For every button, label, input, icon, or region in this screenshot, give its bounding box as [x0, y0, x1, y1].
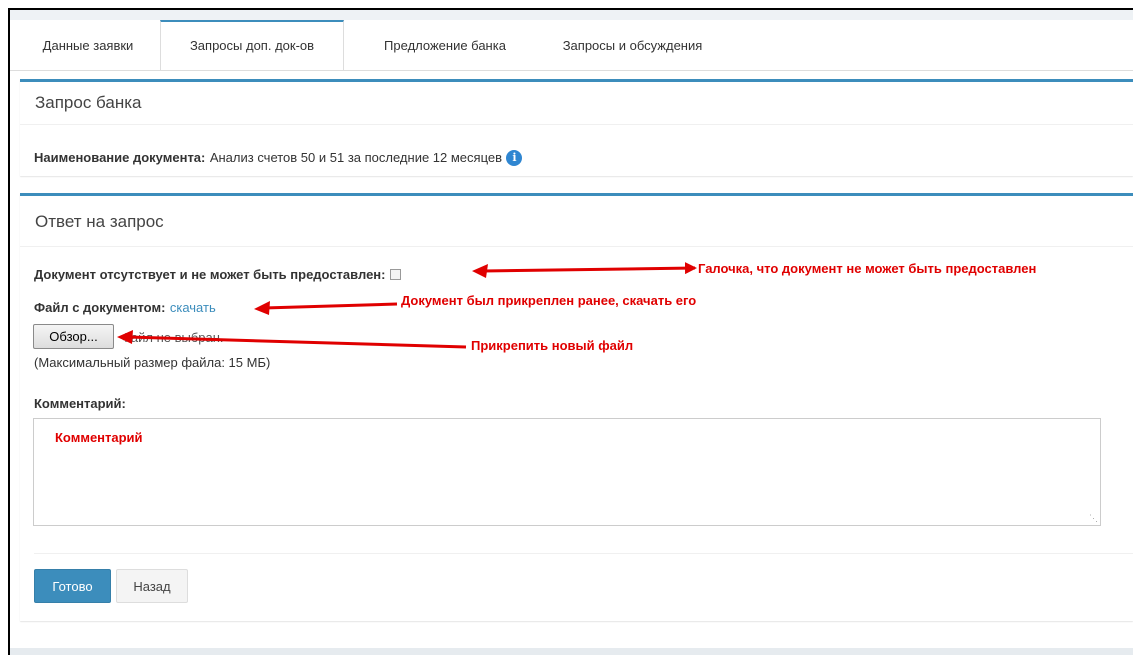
document-name-row: Наименование документа: Анализ счетов 50…: [34, 149, 523, 167]
tab-requests-discussions[interactable]: Запросы и обсуждения: [540, 20, 725, 70]
bottom-bar: [10, 648, 1133, 655]
response-title: Ответ на запрос: [20, 196, 1133, 247]
tab-bar: Данные заявки Запросы доп. док-ов Предло…: [10, 20, 1133, 71]
document-name-value: Анализ счетов 50 и 51 за последние 12 ме…: [209, 150, 503, 165]
browse-button[interactable]: Обзор...: [33, 324, 114, 349]
file-label: Файл с документом:: [34, 300, 166, 315]
download-link[interactable]: скачать: [170, 300, 216, 315]
document-name-label: Наименование документа:: [34, 150, 206, 165]
missing-document-checkbox[interactable]: [389, 269, 401, 281]
missing-document-label: Документ отсутствует и не может быть пре…: [34, 267, 386, 282]
top-strip: [10, 10, 1133, 20]
comment-label: Комментарий:: [34, 396, 126, 411]
tab-document-requests[interactable]: Запросы доп. док-ов: [160, 20, 344, 70]
comment-annotation: Комментарий: [55, 430, 143, 445]
response-panel: Ответ на запрос: [20, 193, 1133, 621]
back-button[interactable]: Назад: [116, 569, 188, 603]
missing-document-row: Документ отсутствует и не может быть пре…: [34, 266, 401, 284]
tab-bank-offer[interactable]: Предложение банка: [355, 20, 535, 70]
file-status: Файл не выбран.: [121, 330, 224, 345]
bank-request-title: Запрос банка: [20, 82, 1133, 125]
file-row: Файл с документом: скачать: [34, 299, 216, 317]
max-size-note: (Максимальный размер файла: 15 МБ): [34, 355, 271, 370]
resize-grip-icon[interactable]: ⋱: [1089, 513, 1098, 524]
attach-annotation: Прикрепить новый файл: [471, 338, 634, 353]
file-annotation: Документ был прикреплен ранее, скачать е…: [401, 293, 697, 308]
footer-divider: [34, 553, 1133, 554]
info-icon[interactable]: i: [506, 149, 523, 166]
done-button[interactable]: Готово: [34, 569, 111, 603]
comment-textarea[interactable]: ⋱: [33, 418, 1101, 526]
bank-request-panel: Запрос банка Наименование документа: Ана…: [20, 79, 1133, 176]
tab-application-data[interactable]: Данные заявки: [18, 20, 158, 70]
checkbox-annotation: Галочка, что документ не может быть пред…: [698, 261, 1037, 276]
